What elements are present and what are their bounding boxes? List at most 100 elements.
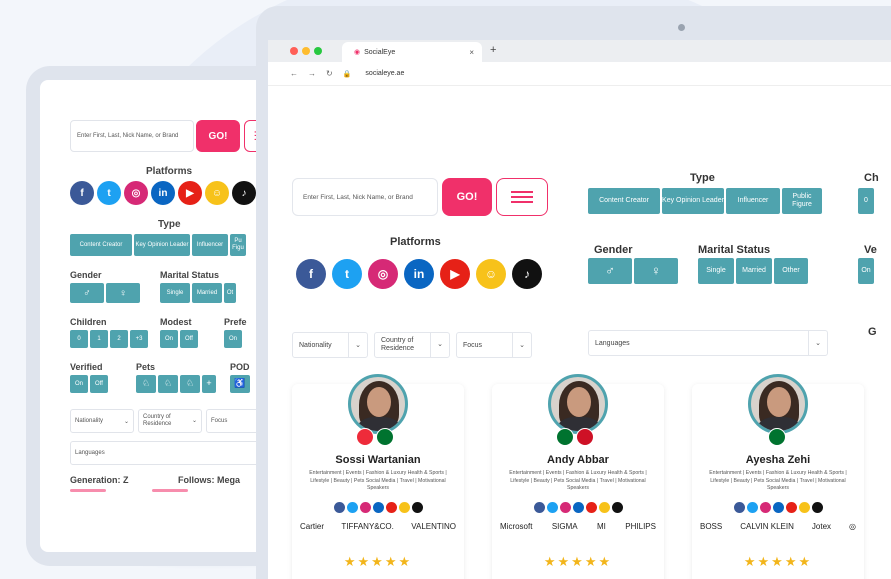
tiktok-icon[interactable]: ♪ xyxy=(512,259,542,289)
country-dropdown[interactable]: Country of Residence ⌄ xyxy=(374,332,450,358)
linkedin-icon[interactable] xyxy=(372,502,384,513)
tablet-type-influencer[interactable]: Influencer xyxy=(192,234,228,256)
tablet-youtube-icon[interactable]: ▶ xyxy=(178,181,202,205)
youtube-icon[interactable] xyxy=(785,502,797,513)
tablet-type-public-figure[interactable]: Pu Figu xyxy=(230,234,246,256)
type-influencer[interactable]: Influencer xyxy=(726,188,780,214)
influencer-card[interactable]: Sossi Wartanian Entertainment | Events |… xyxy=(292,374,464,579)
focus-dropdown[interactable]: Focus ⌄ xyxy=(456,332,532,358)
tablet-type-kol[interactable]: Key Opinion Leader xyxy=(134,234,190,256)
marital-single[interactable]: Single xyxy=(698,258,734,284)
search-input[interactable]: Enter First, Last, Nick Name, or Brand xyxy=(292,178,438,216)
tablet-languages-dropdown[interactable]: Languages xyxy=(70,441,270,465)
tablet-pod-icon[interactable]: ♿ xyxy=(230,375,250,393)
tablet-facebook-icon[interactable]: f xyxy=(70,181,94,205)
tiktok-icon[interactable] xyxy=(811,502,823,513)
tablet-pref-on[interactable]: On xyxy=(224,330,242,348)
instagram-icon[interactable]: ◎ xyxy=(368,259,398,289)
tablet-modest-off[interactable]: Off xyxy=(180,330,198,348)
youtube-icon[interactable] xyxy=(385,502,397,513)
tablet-children-2[interactable]: 2 xyxy=(110,330,128,348)
linkedin-icon[interactable]: in xyxy=(404,259,434,289)
minimize-window-icon[interactable] xyxy=(302,47,310,55)
twitter-icon[interactable]: t xyxy=(332,259,362,289)
instagram-icon[interactable] xyxy=(759,502,771,513)
verified-option[interactable]: On xyxy=(858,258,874,284)
tablet-verified-off[interactable]: Off xyxy=(90,375,108,393)
tablet-modest-on[interactable]: On xyxy=(160,330,178,348)
facebook-icon[interactable]: f xyxy=(296,259,326,289)
tablet-children-0[interactable]: 0 xyxy=(70,330,88,348)
filter-sliders-icon[interactable] xyxy=(496,178,548,216)
tablet-marital-married[interactable]: Married xyxy=(192,283,222,303)
tablet-verified-on[interactable]: On xyxy=(70,375,88,393)
tablet-marital-other[interactable]: Ot xyxy=(224,283,236,303)
influencer-name[interactable]: Andy Abbar xyxy=(492,454,664,466)
languages-dropdown[interactable]: Languages ⌄ xyxy=(588,330,828,356)
twitter-icon[interactable] xyxy=(346,502,358,513)
tablet-pets-cat-icon[interactable]: ♘ xyxy=(158,375,178,393)
marital-married[interactable]: Married xyxy=(736,258,772,284)
tablet-children-1[interactable]: 1 xyxy=(90,330,108,348)
youtube-icon[interactable]: ▶ xyxy=(440,259,470,289)
influencer-name[interactable]: Sossi Wartanian xyxy=(292,454,464,466)
snapchat-icon[interactable] xyxy=(598,502,610,513)
back-icon[interactable]: ← xyxy=(290,69,298,78)
tablet-linkedin-icon[interactable]: in xyxy=(151,181,175,205)
tiktok-icon[interactable] xyxy=(611,502,623,513)
tablet-marital-single[interactable]: Single xyxy=(160,283,190,303)
tablet-snapchat-icon[interactable]: ☺ xyxy=(205,181,229,205)
tablet-pets-add-icon[interactable]: + xyxy=(202,375,216,393)
nationality-flags xyxy=(556,428,594,446)
close-window-icon[interactable] xyxy=(290,47,298,55)
tablet-search-input[interactable]: Enter First, Last, Nick Name, or Brand xyxy=(70,120,194,152)
tablet-twitter-icon[interactable]: t xyxy=(97,181,121,205)
maximize-window-icon[interactable] xyxy=(314,47,322,55)
gender-female-button[interactable]: ♀ xyxy=(634,258,678,284)
nationality-dropdown[interactable]: Nationality ⌄ xyxy=(292,332,368,358)
forward-icon[interactable]: → xyxy=(308,69,316,78)
linkedin-icon[interactable] xyxy=(772,502,784,513)
close-tab-icon[interactable]: × xyxy=(469,48,474,57)
tablet-gender-male[interactable]: ♂ xyxy=(70,283,104,303)
influencer-card[interactable]: Andy Abbar Entertainment | Events | Fash… xyxy=(492,374,664,579)
tablet-children-3[interactable]: +3 xyxy=(130,330,148,348)
instagram-icon[interactable] xyxy=(359,502,371,513)
tablet-tiktok-icon[interactable]: ♪ xyxy=(232,181,256,205)
tablet-nationality-dropdown[interactable]: Nationality ⌄ xyxy=(70,409,134,433)
tablet-country-dropdown[interactable]: Country of Residence ⌄ xyxy=(138,409,202,433)
snapchat-icon[interactable] xyxy=(798,502,810,513)
influencer-name[interactable]: Ayesha Zehi xyxy=(692,454,864,466)
influencer-card[interactable]: Ayesha Zehi Entertainment | Events | Fas… xyxy=(692,374,864,579)
facebook-icon[interactable] xyxy=(733,502,745,513)
browser-tab[interactable]: ◉ SocialEye × xyxy=(342,42,482,62)
gender-male-button[interactable]: ♂ xyxy=(588,258,632,284)
url-text[interactable]: socialeye.ae xyxy=(365,70,404,77)
tablet-go-button[interactable]: GO! xyxy=(196,120,240,152)
type-key-opinion-leader[interactable]: Key Opinion Leader xyxy=(662,188,724,214)
tiktok-icon[interactable] xyxy=(411,502,423,513)
snapchat-icon[interactable]: ☺ xyxy=(476,259,506,289)
tablet-pets-dog-icon[interactable]: ♘ xyxy=(136,375,156,393)
type-public-figure[interactable]: Public Figure xyxy=(782,188,822,214)
tablet-pets-bird-icon[interactable]: ♘ xyxy=(180,375,200,393)
facebook-icon[interactable] xyxy=(333,502,345,513)
children-option[interactable]: 0 xyxy=(858,188,874,214)
tablet-gender-female[interactable]: ♀ xyxy=(106,283,140,303)
youtube-icon[interactable] xyxy=(585,502,597,513)
tablet-type-content-creator[interactable]: Content Creator xyxy=(70,234,132,256)
new-tab-icon[interactable]: + xyxy=(490,44,496,56)
snapchat-icon[interactable] xyxy=(398,502,410,513)
go-button[interactable]: GO! xyxy=(442,178,492,216)
twitter-icon[interactable] xyxy=(746,502,758,513)
reload-icon[interactable]: ↻ xyxy=(326,69,333,78)
tablet-instagram-icon[interactable]: ◎ xyxy=(124,181,148,205)
tablet-generation-bar[interactable] xyxy=(70,489,106,492)
tablet-follows-bar[interactable] xyxy=(152,489,188,492)
linkedin-icon[interactable] xyxy=(572,502,584,513)
type-content-creator[interactable]: Content Creator xyxy=(588,188,660,214)
instagram-icon[interactable] xyxy=(559,502,571,513)
marital-other[interactable]: Other xyxy=(774,258,808,284)
twitter-icon[interactable] xyxy=(546,502,558,513)
facebook-icon[interactable] xyxy=(533,502,545,513)
